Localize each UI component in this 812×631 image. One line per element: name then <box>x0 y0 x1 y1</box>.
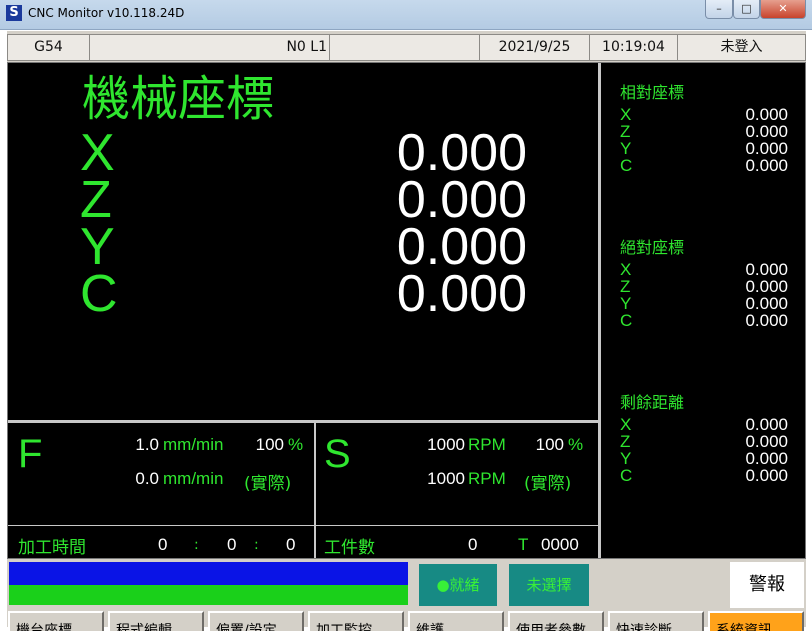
progress-bar-green <box>9 585 408 605</box>
tool-label: T <box>518 535 529 554</box>
feed-override-value: 100 <box>255 435 284 454</box>
absolute-axis-y: Y <box>620 294 632 313</box>
absolute-value-y: 0.000 <box>745 294 788 313</box>
spindle-actual-value: 1000 <box>427 469 465 488</box>
axis-label-z: Z <box>80 171 112 229</box>
client-area: G54 N0 L1 2021/9/25 10:19:04 未登入 機械座標 X … <box>7 31 806 631</box>
machining-time-minutes: 0 <box>227 535 237 554</box>
workpiece-count-value: 0 <box>468 535 478 554</box>
remaining-axis-y: Y <box>620 449 632 468</box>
login-status[interactable]: 未登入 <box>678 35 805 60</box>
axis-value-c: 0.000 <box>396 265 527 323</box>
program-block: N0 L1 <box>90 35 330 60</box>
remaining-distance-title: 剩餘距離 <box>620 393 685 412</box>
remaining-value-y: 0.000 <box>745 449 788 468</box>
axis-value-y: 0.000 <box>396 218 527 276</box>
status-date: 2021/9/25 <box>480 35 590 60</box>
fkey-quick-diagnosis[interactable]: 快速診斷 <box>608 611 704 631</box>
spindle-override-unit: % <box>568 435 584 454</box>
machining-time-hours: 0 <box>158 535 168 554</box>
remaining-axis-x: X <box>620 415 632 434</box>
feed-actual-unit: mm/min <box>163 469 224 488</box>
fkey-machining-monitor[interactable]: 加工監控 <box>308 611 404 631</box>
status-spacer <box>330 35 480 60</box>
window-title: CNC Monitor v10.118.24D <box>28 6 185 20</box>
maximize-button[interactable]: □ <box>733 0 760 19</box>
spindle-actual-unit: RPM <box>468 469 506 488</box>
feed-actual-value: 0.0 <box>135 469 159 488</box>
absolute-value-z: 0.000 <box>745 277 788 296</box>
remaining-value-c: 0.000 <box>745 466 788 485</box>
fkey-offset-settings[interactable]: 偏置/設定 <box>208 611 304 631</box>
feed-command-value: 1.0 <box>135 435 159 454</box>
machining-time-seconds: 0 <box>286 535 296 554</box>
fkey-machine-coord[interactable]: 機台座標 <box>8 611 104 631</box>
spindle-command-unit: RPM <box>468 435 506 454</box>
relative-value-x: 0.000 <box>745 105 788 124</box>
fkey-system-info[interactable]: 系統資訊 <box>708 611 804 631</box>
relative-axis-x: X <box>620 105 632 124</box>
remaining-value-z: 0.000 <box>745 432 788 451</box>
absolute-value-x: 0.000 <box>745 260 788 279</box>
remaining-axis-c: C <box>620 466 633 485</box>
app-logo-icon: S <box>6 5 22 21</box>
feed-spindle-divider <box>314 423 316 558</box>
fkey-program-edit[interactable]: 程式編輯 <box>108 611 204 631</box>
feed-actual-label: (實際) <box>244 474 292 494</box>
relative-axis-c: C <box>620 156 633 175</box>
feed-label: F <box>18 432 43 476</box>
absolute-value-c: 0.000 <box>745 311 788 330</box>
feed-divider <box>8 420 598 423</box>
coord-system: G54 <box>8 35 90 60</box>
spindle-override-value: 100 <box>535 435 564 454</box>
spindle-label: S <box>324 432 351 476</box>
time-separator: : <box>254 537 259 553</box>
machine-coord-title: 機械座標 <box>82 71 275 127</box>
spindle-actual-label: (實際) <box>524 474 572 494</box>
ready-indicator: ●就緒 <box>419 564 497 606</box>
progress-bar-blue <box>9 562 408 585</box>
machining-time-label: 加工時間 <box>18 538 86 558</box>
relative-value-z: 0.000 <box>745 122 788 141</box>
relative-axis-z: Z <box>620 122 631 141</box>
axis-label-x: X <box>80 124 115 182</box>
axis-value-z: 0.000 <box>396 171 527 229</box>
tool-number: 0000 <box>541 535 579 554</box>
remaining-axis-z: Z <box>620 432 631 451</box>
relative-value-y: 0.000 <box>745 139 788 158</box>
coordinate-display: 機械座標 X 0.000 Z 0.000 Y 0.000 C 0.000 相對座… <box>7 62 806 559</box>
relative-value-c: 0.000 <box>745 156 788 175</box>
axis-label-y: Y <box>80 218 115 276</box>
relative-coord-title: 相對座標 <box>620 83 685 102</box>
axis-value-x: 0.000 <box>396 124 527 182</box>
selection-indicator: 未選擇 <box>509 564 589 606</box>
alarm-button[interactable]: 警報 <box>730 562 804 608</box>
axis-label-c: C <box>80 265 118 323</box>
window-titlebar: S CNC Monitor v10.118.24D – □ ✕ <box>0 0 812 30</box>
time-separator: : <box>194 537 199 553</box>
relative-axis-y: Y <box>620 139 632 158</box>
fkey-maintenance[interactable]: 維護 <box>408 611 504 631</box>
absolute-axis-z: Z <box>620 277 631 296</box>
workpiece-count-label: 工件數 <box>324 538 375 558</box>
minimize-button[interactable]: – <box>705 0 733 19</box>
remaining-value-x: 0.000 <box>745 415 788 434</box>
feed-override-unit: % <box>288 435 304 454</box>
panel-divider <box>598 63 601 558</box>
status-bar: G54 N0 L1 2021/9/25 10:19:04 未登入 <box>7 34 806 61</box>
absolute-axis-x: X <box>620 260 632 279</box>
absolute-coord-title: 絕對座標 <box>620 238 685 257</box>
status-time: 10:19:04 <box>590 35 678 60</box>
close-button[interactable]: ✕ <box>760 0 806 19</box>
absolute-axis-c: C <box>620 311 633 330</box>
spindle-command-value: 1000 <box>427 435 465 454</box>
time-divider <box>8 525 598 526</box>
fkey-user-parameters[interactable]: 使用者參數 <box>508 611 604 631</box>
feed-command-unit: mm/min <box>163 435 224 454</box>
